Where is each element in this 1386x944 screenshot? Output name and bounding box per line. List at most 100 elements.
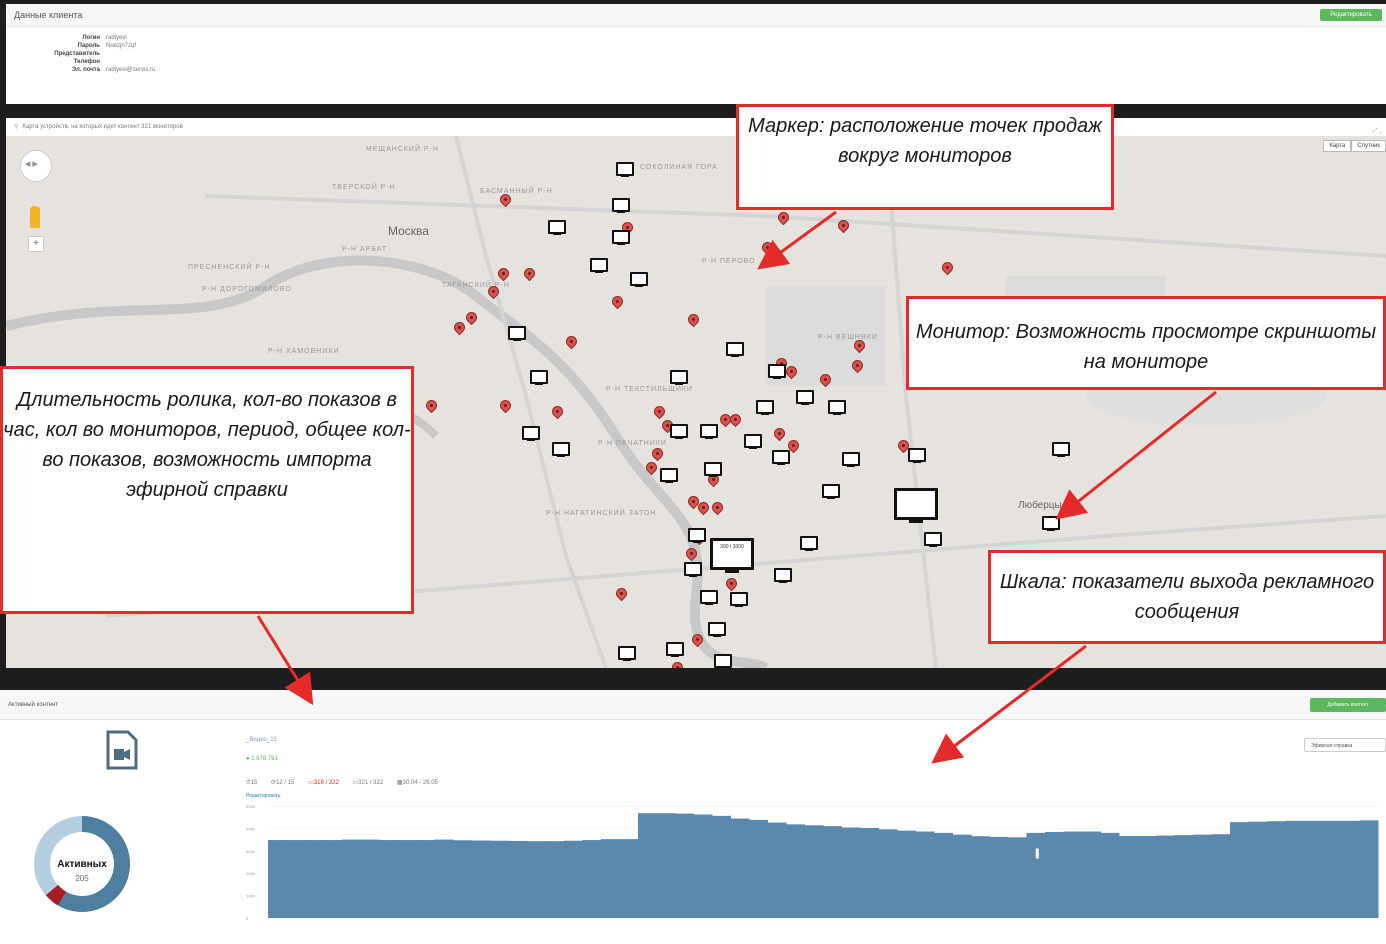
monitor-icon[interactable]: [616, 162, 634, 177]
content-header: Активный контент Добавить контент: [0, 690, 1386, 720]
district-label: Р-Н ТЕКСТИЛЬЩИКИ: [606, 386, 693, 393]
monitor-icon[interactable]: [684, 562, 702, 577]
monitor-icon[interactable]: [822, 484, 840, 499]
chart-bar: [749, 819, 768, 918]
video-file-icon[interactable]: [106, 730, 138, 770]
chart-bar: [675, 813, 694, 918]
chart-bar: [305, 840, 324, 918]
monitor-icon[interactable]: [828, 400, 846, 415]
monitor-icon[interactable]: [618, 646, 636, 661]
y-tick-label: 5000: [246, 804, 256, 809]
monitor-online-stat: ▭321 / 322: [352, 780, 384, 786]
donut-label: Активных 205: [32, 854, 132, 883]
monitor-icon[interactable]: [666, 642, 684, 657]
chart-bar: [1267, 821, 1286, 918]
chart-bar: [582, 840, 602, 918]
monitor-icon[interactable]: [744, 434, 762, 449]
monitor-icon[interactable]: [700, 424, 718, 439]
chart-bar: [286, 840, 306, 918]
monitor-icon[interactable]: [924, 532, 942, 547]
monitor-icon[interactable]: [772, 450, 790, 465]
monitor-icon[interactable]: [548, 220, 566, 235]
chart-bar: [1285, 820, 1305, 918]
monitor-icon[interactable]: [730, 592, 748, 607]
district-label: Р-Н ВЕШНЯКИ: [818, 334, 878, 341]
broadcast-report-dropdown[interactable]: Эфирная справка: [1304, 738, 1386, 752]
y-tick-label: 0: [246, 916, 249, 921]
monitor-icon[interactable]: [800, 536, 818, 551]
monitor-icon[interactable]: [612, 230, 630, 245]
chart-bar: [712, 815, 731, 918]
pan-control[interactable]: [20, 150, 52, 182]
district-label: БАСМАННЫЙ Р-Н: [480, 188, 553, 195]
monitor-icon[interactable]: [704, 462, 722, 477]
chart-bar: [693, 814, 713, 918]
district-label: Р-Н ПЕРОВО: [702, 258, 756, 265]
monitor-icon[interactable]: [522, 426, 540, 441]
monitor-icon[interactable]: [590, 258, 608, 273]
monitor-icon[interactable]: [670, 370, 688, 385]
monitor-icon[interactable]: [756, 400, 774, 415]
chart-bar: [564, 840, 583, 918]
chart-dip: [1035, 848, 1039, 859]
chart-bar: [878, 829, 898, 918]
monitor-icon[interactable]: [714, 654, 732, 668]
monitor-icon[interactable]: [708, 622, 726, 637]
chart-bar: [1119, 836, 1138, 918]
callout-duration: Длительность ролика, кол-во показов в ча…: [0, 366, 414, 614]
chart-bar: [1063, 831, 1083, 918]
chart-bar: [1026, 832, 1046, 918]
monitor-icon[interactable]: [508, 326, 526, 341]
chart-bar: [508, 840, 528, 918]
map-type-map[interactable]: Карта: [1323, 140, 1352, 152]
field-login: Логин radiyevi: [82, 35, 127, 41]
monitor-icon[interactable]: [700, 590, 718, 605]
monitor-icon[interactable]: [688, 528, 706, 543]
ad-title[interactable]: _Видео_15: [246, 737, 277, 743]
chart-bar: [823, 826, 842, 918]
monitor-icon-large[interactable]: [894, 488, 938, 523]
monitor-icon[interactable]: [660, 468, 678, 483]
monitor-icon[interactable]: [908, 448, 926, 463]
screenshot-frame: Данные клиента Редактировать Логин radiye…: [0, 0, 1386, 944]
chart-bar: [804, 825, 824, 918]
monitor-icon[interactable]: [774, 568, 792, 583]
map-type-satellite[interactable]: Спутник: [1351, 140, 1386, 152]
chart-bar: [268, 840, 287, 918]
monitor-icon-large[interactable]: 300 / 3000: [710, 538, 754, 573]
client-fields: Логин radiyevi Пароль Nuezjn7zqf Представи…: [46, 34, 155, 74]
chart-bar: [453, 840, 472, 918]
add-content-button[interactable]: Добавить контент: [1310, 698, 1386, 712]
monitor-icon[interactable]: [768, 364, 786, 379]
chart-bar: [934, 832, 953, 918]
edit-button[interactable]: Редактировать: [1320, 9, 1382, 21]
street-view-icon[interactable]: [30, 206, 40, 228]
ad-stats: ⏱15 ⟳12 / 15 ▭318 / 322 ▭321 / 322 ▦30.0…: [246, 779, 450, 787]
field-email: Эл. почта radiyevi@servis.ru: [71, 67, 156, 73]
edit-link[interactable]: Редактировать: [246, 793, 281, 799]
monitor-icon[interactable]: [612, 198, 630, 213]
map-header-text: Карта устройств, на которых идет контент…: [22, 124, 183, 130]
monitor-icon[interactable]: [1052, 442, 1070, 457]
chart-bar: [1174, 835, 1194, 918]
chart-bar: [1100, 832, 1120, 918]
monitor-icon[interactable]: [842, 452, 860, 467]
content-panel: Активных 205 _Видео_15 ● 1 678 791 ⏱15 ⟳…: [0, 720, 1386, 944]
monitor-icon[interactable]: [796, 390, 814, 405]
ad-total-shows: ● 1 678 791: [246, 756, 278, 762]
monitor-icon[interactable]: [530, 370, 548, 385]
monitor-icon[interactable]: [630, 272, 648, 287]
chart-bar: [1230, 822, 1249, 918]
monitor-icon[interactable]: [1042, 516, 1060, 531]
chart-bar: [1082, 831, 1101, 918]
chart-bar: [971, 836, 990, 918]
y-tick-label: 4000: [246, 826, 256, 831]
district-label: ТАГАНСКИЙ Р-Н: [442, 282, 510, 289]
chart-bar: [397, 840, 417, 918]
monitor-icon[interactable]: [552, 442, 570, 457]
chart-bar: [1211, 834, 1231, 918]
map-pin-icon: ⚲: [14, 124, 19, 130]
zoom-in-button[interactable]: +: [28, 236, 44, 252]
monitor-icon[interactable]: [726, 342, 744, 357]
monitor-icon[interactable]: [670, 424, 688, 439]
